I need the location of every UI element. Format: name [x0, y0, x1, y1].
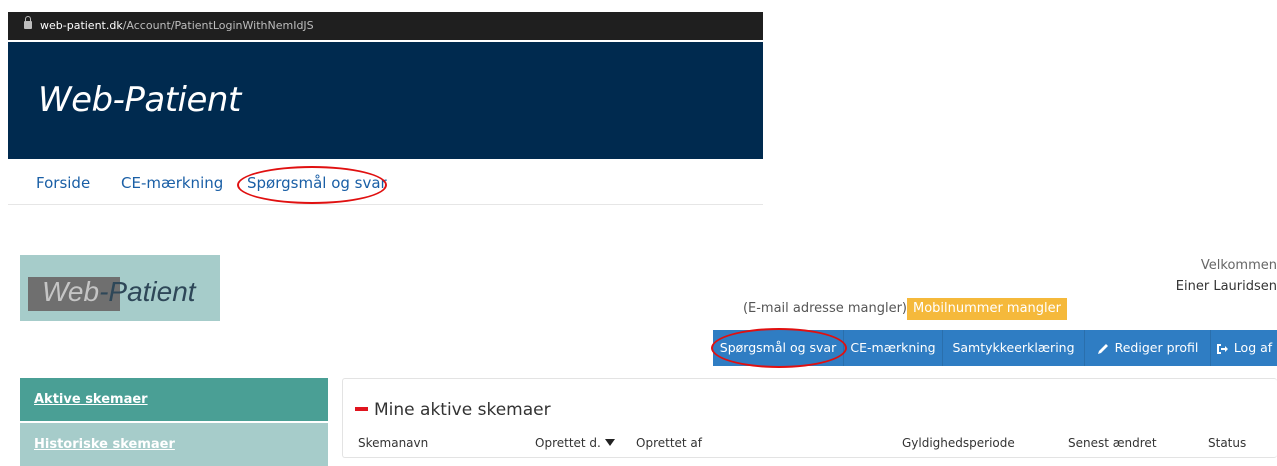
logo-text: Web-Patient [42, 276, 196, 308]
user-name: Einer Lauridsen [1175, 279, 1277, 294]
topnav-forside-link[interactable]: Forside [36, 174, 90, 192]
topnav-ce-link[interactable]: CE-mærkning [121, 174, 223, 192]
web-patient-logo: Web-Patient [20, 255, 220, 321]
url-path: /Account/PatientLoginWithNemIdJS [122, 19, 314, 32]
topnav-faq-link[interactable]: Spørgsmål og svar [247, 174, 387, 192]
sort-desc-icon [604, 439, 615, 446]
nav-faq-button[interactable]: Spørgsmål og svar [713, 330, 844, 366]
logo-word-patient: -Patient [99, 276, 196, 307]
nav-edit-profile-button[interactable]: Rediger profil [1085, 330, 1211, 366]
pencil-icon [1097, 344, 1108, 354]
hero-title: Web-Patient [38, 80, 241, 120]
nav-logout-button[interactable]: Log af [1211, 330, 1277, 366]
email-missing-text: (E-mail adresse mangler) [742, 301, 907, 316]
nav-consent-label: Samtykkeerklæring [952, 340, 1075, 355]
nav-edit-profile-label: Rediger profil [1114, 340, 1199, 355]
sidebar-item-historic-forms[interactable]: Historiske skemaer [20, 423, 328, 466]
panel-title-text: Mine aktive skemaer [374, 400, 551, 420]
panel-title: Mine aktive skemaer [355, 400, 551, 420]
nav-logout-label: Log af [1233, 340, 1273, 355]
mobile-missing-badge[interactable]: Mobilnummer mangler [907, 298, 1068, 320]
browser-url-bar[interactable]: web-patient.dk/Account/PatientLoginWithN… [8, 12, 763, 40]
logo-word-web: Web [42, 276, 100, 307]
collapse-dash-icon[interactable] [355, 407, 368, 411]
nav-ce-button[interactable]: CE-mærkning [844, 330, 943, 366]
nav-faq-label: Spørgsmål og svar [719, 340, 837, 355]
nav-consent-button[interactable]: Samtykkeerklæring [943, 330, 1085, 366]
logout-icon [1216, 343, 1228, 354]
sidebar-item-active-forms[interactable]: Aktive skemaer [20, 378, 328, 421]
main-nav-bar: Spørgsmål og svar CE-mærkning Samtykkeer… [713, 330, 1277, 366]
top-nav: Forside CE-mærkning Spørgsmål og svar [8, 170, 763, 205]
nav-ce-label: CE-mærkning [850, 340, 936, 355]
lock-icon [24, 16, 32, 29]
welcome-text: Velkommen [1200, 258, 1277, 273]
url-host: web-patient.dk [40, 19, 123, 32]
